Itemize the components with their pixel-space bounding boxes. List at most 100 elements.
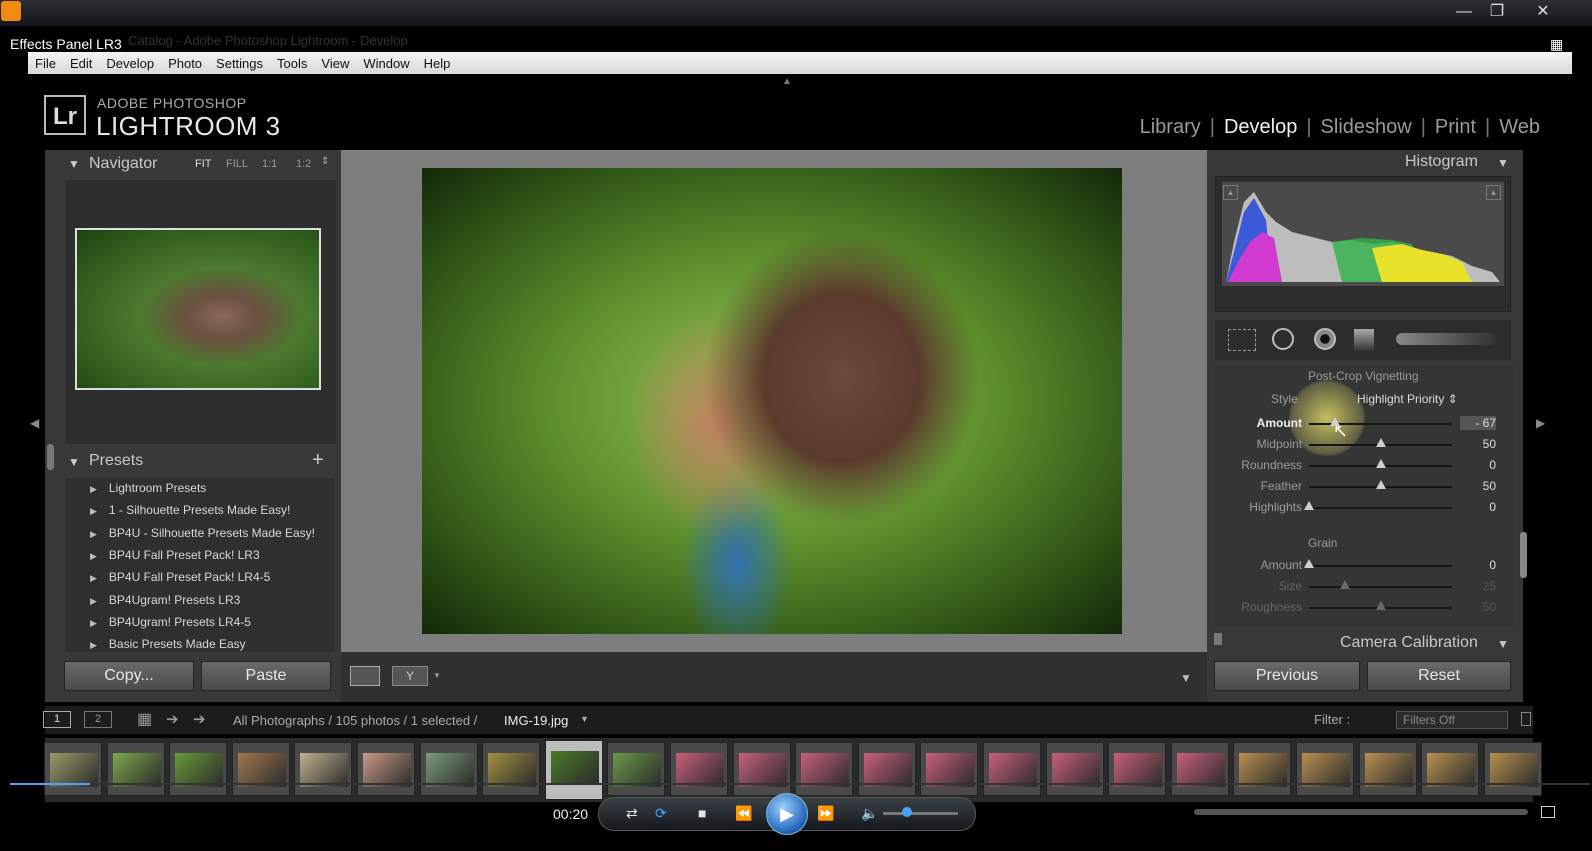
back-arrow-icon[interactable]: ➔ — [166, 710, 179, 728]
panel-switch-icon[interactable] — [1214, 633, 1222, 645]
module-print[interactable]: Print — [1435, 116, 1476, 139]
filmstrip-thumbnail[interactable] — [44, 742, 102, 796]
preset-folder[interactable]: ▶ BP4U Fall Preset Pack! LR3 — [90, 548, 260, 562]
preset-folder[interactable]: ▶ Lightroom Presets — [90, 481, 206, 495]
left-panel-collapse-icon[interactable]: ◀ — [30, 416, 39, 430]
highlight-clipping-indicator-icon[interactable]: ▲ — [1486, 185, 1501, 200]
presets-collapse-icon[interactable]: ▼ — [68, 455, 80, 469]
menu-edit[interactable]: Edit — [70, 56, 92, 71]
navigator-collapse-icon[interactable]: ▼ — [68, 157, 80, 171]
filmstrip-thumbnail[interactable] — [607, 742, 666, 796]
page-2-button[interactable]: 2 — [84, 711, 112, 728]
filmstrip-thumbnail[interactable] — [732, 742, 791, 796]
vignetting-value[interactable]: 0 — [1460, 500, 1496, 514]
vignetting-slider-thumb[interactable] — [1375, 480, 1386, 489]
menu-photo[interactable]: Photo — [168, 56, 202, 71]
menu-file[interactable]: File — [35, 56, 56, 71]
menu-tools[interactable]: Tools — [277, 56, 307, 71]
grain-value[interactable]: 0 — [1460, 558, 1496, 572]
filmstrip-thumbnail[interactable] — [1233, 742, 1292, 796]
grid-view-icon[interactable]: ▦ — [1550, 36, 1563, 53]
shuffle-icon[interactable]: ⇄ — [626, 805, 638, 822]
crop-overlay-icon[interactable] — [1228, 329, 1256, 351]
graduated-filter-icon[interactable] — [1354, 329, 1374, 351]
module-slideshow[interactable]: Slideshow — [1321, 116, 1412, 139]
filmstrip-path[interactable]: All Photographs / 105 photos / 1 selecte… — [233, 713, 477, 728]
preset-folder[interactable]: ▶ BP4Ugram! Presets LR3 — [90, 593, 240, 607]
filmstrip-thumbnail[interactable] — [1483, 742, 1542, 796]
filmstrip-thumbnail[interactable] — [294, 742, 353, 796]
filmstrip-thumbnail[interactable] — [1296, 742, 1354, 796]
nav-1to1[interactable]: 1:1 — [262, 158, 277, 170]
vignetting-slider-thumb[interactable] — [1375, 459, 1386, 468]
camera-calibration-title[interactable]: Camera Calibration — [1340, 634, 1478, 652]
filmstrip-thumbnail[interactable] — [1170, 742, 1229, 796]
vignetting-value[interactable]: 50 — [1460, 479, 1496, 493]
volume-slider[interactable] — [883, 812, 958, 815]
restore-icon[interactable]: ❐ — [1484, 2, 1510, 22]
nav-1to2[interactable]: 1:2 — [296, 158, 311, 170]
before-after-dropdown-icon[interactable]: ▼ — [433, 671, 441, 680]
volume-knob[interactable] — [902, 807, 912, 817]
adjustment-brush-icon[interactable] — [1396, 333, 1496, 345]
filmstrip-thumbnail[interactable] — [482, 742, 541, 796]
filmstrip-filename[interactable]: IMG-19.jpg — [504, 713, 568, 728]
preset-folder[interactable]: ▶ 1 - Silhouette Presets Made Easy! — [90, 503, 290, 517]
grain-slider-thumb[interactable] — [1339, 580, 1350, 589]
grain-value[interactable]: 25 — [1460, 579, 1496, 593]
filmstrip-thumbnail[interactable] — [357, 742, 415, 796]
filmstrip-thumbnail[interactable] — [544, 740, 603, 800]
menu-window[interactable]: Window — [363, 56, 409, 71]
right-panel-collapse-icon[interactable]: ▶ — [1536, 416, 1545, 430]
preset-folder[interactable]: ▶ BP4U Fall Preset Pack! LR4-5 — [90, 570, 270, 584]
filmstrip-thumbnail[interactable] — [983, 742, 1041, 796]
menu-develop[interactable]: Develop — [106, 56, 154, 71]
fullscreen-icon[interactable] — [1541, 806, 1555, 818]
paste-button[interactable]: Paste — [201, 661, 331, 691]
copy-button[interactable]: Copy... — [64, 661, 194, 691]
vignetting-slider-thumb[interactable] — [1375, 438, 1386, 447]
shadow-clipping-indicator-icon[interactable]: ▲ — [1223, 185, 1238, 200]
filmstrip-thumbnail[interactable] — [419, 742, 478, 796]
volume-icon[interactable]: 🔈 — [861, 805, 878, 822]
preset-folder[interactable]: ▶ BP4Ugram! Presets LR4-5 — [90, 615, 251, 629]
nav-fit[interactable]: FIT — [195, 158, 212, 170]
menu-view[interactable]: View — [321, 56, 349, 71]
vignette-style-dropdown[interactable]: Highlight Priority ⇕ — [1357, 392, 1458, 406]
loupe-view-icon[interactable] — [350, 666, 380, 686]
histogram-collapse-icon[interactable]: ▼ — [1497, 156, 1509, 170]
spot-removal-icon[interactable] — [1272, 328, 1294, 350]
vignetting-slider-track[interactable] — [1309, 507, 1452, 509]
filter-dropdown[interactable]: Filters Off — [1396, 711, 1508, 729]
close-icon[interactable]: ✕ — [1530, 2, 1556, 22]
page-1-button[interactable]: 1 — [43, 711, 71, 728]
minimize-icon[interactable]: — — [1451, 2, 1477, 22]
grain-value[interactable]: 50 — [1460, 600, 1496, 614]
red-eye-icon[interactable] — [1314, 328, 1336, 350]
nav-zoom-chevron-icon[interactable]: ⇕ — [321, 156, 329, 167]
vignetting-slider-thumb[interactable] — [1304, 501, 1314, 510]
forward-arrow-icon[interactable]: ➔ — [193, 710, 206, 728]
filmstrip-thumbnail[interactable] — [106, 742, 165, 796]
filmstrip-thumbnail[interactable] — [920, 742, 979, 796]
navigator-thumbnail[interactable] — [75, 228, 321, 390]
menu-help[interactable]: Help — [424, 56, 451, 71]
repeat-icon[interactable]: ⟳ — [655, 805, 667, 822]
module-library[interactable]: Library — [1140, 116, 1201, 139]
right-scrollbar[interactable] — [1520, 532, 1527, 578]
filename-dropdown-icon[interactable]: ▼ — [580, 714, 589, 724]
module-web[interactable]: Web — [1499, 116, 1540, 139]
rewind-icon[interactable]: ⏪ — [735, 805, 752, 822]
left-scrollbar[interactable] — [47, 444, 54, 470]
add-preset-button[interactable]: + — [312, 449, 324, 472]
module-develop[interactable]: Develop — [1224, 116, 1297, 139]
nav-fill[interactable]: FILL — [226, 158, 248, 170]
player-scrollbar[interactable] — [1194, 809, 1528, 815]
filmstrip-thumbnail[interactable] — [857, 742, 916, 796]
vignetting-value[interactable]: - 67 — [1460, 416, 1496, 430]
vignetting-value[interactable]: 0 — [1460, 458, 1496, 472]
grain-slider-thumb[interactable] — [1375, 601, 1386, 610]
reset-button[interactable]: Reset — [1367, 661, 1511, 691]
filmstrip-thumbnail[interactable] — [1421, 742, 1480, 796]
filmstrip-thumbnail[interactable] — [231, 742, 290, 796]
